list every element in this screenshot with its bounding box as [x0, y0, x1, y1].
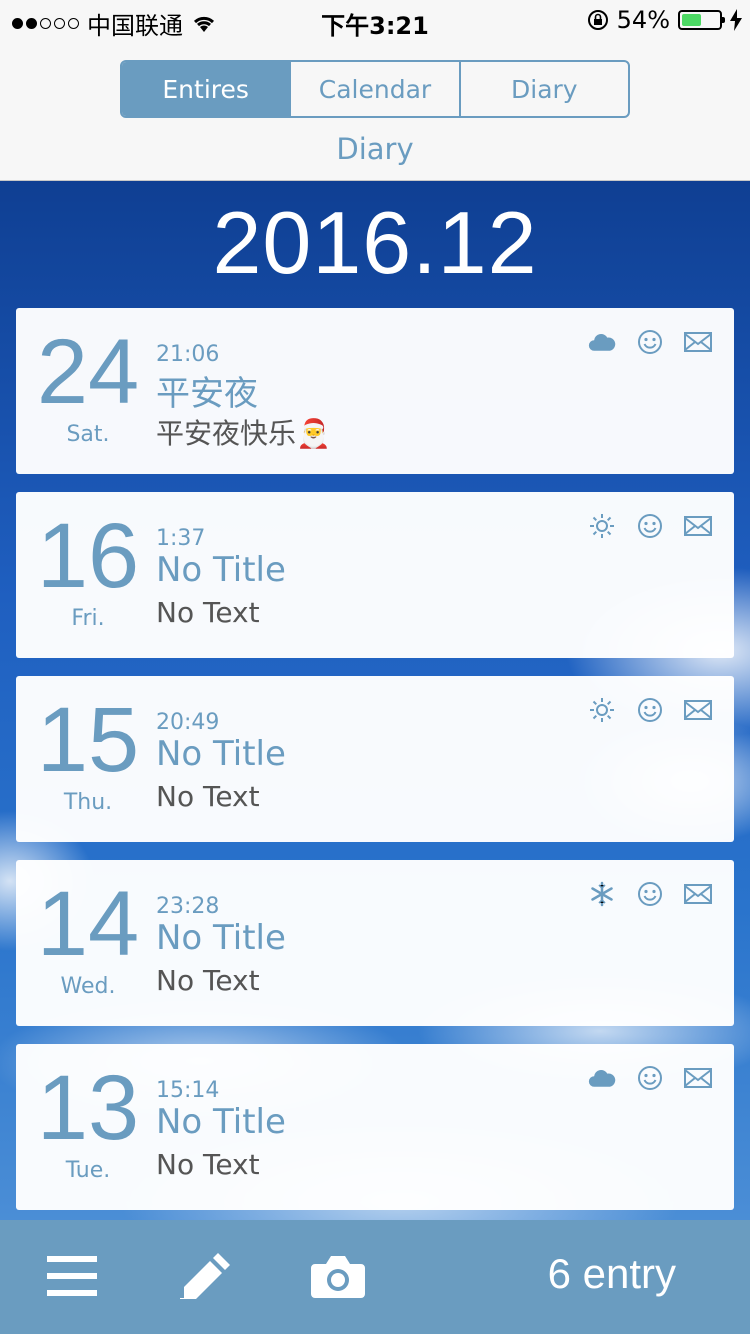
camera-button[interactable] [308, 1246, 368, 1306]
sun-icon [588, 696, 616, 724]
mail-icon[interactable] [684, 1064, 712, 1092]
entry-status-icons [588, 328, 712, 356]
mail-icon[interactable] [684, 512, 712, 540]
entry-text: No Text [156, 1148, 260, 1181]
entry-time: 20:49 [156, 710, 220, 735]
entry-day: 14 [36, 873, 140, 975]
diary-entry-card[interactable]: 13 Tue. 15:14 No Title No Text [16, 1044, 734, 1210]
entry-text: 平安夜快乐🎅 [156, 417, 331, 450]
entry-title: 平安夜 [156, 374, 258, 414]
bottom-toolbar: 6 entry [0, 1220, 750, 1334]
entry-time: 1:37 [156, 526, 206, 551]
sun-icon [588, 512, 616, 540]
entry-title: No Title [156, 734, 286, 774]
mood-smiley-icon [636, 1064, 664, 1092]
segment-entries[interactable]: Entires [122, 62, 290, 116]
entry-weekday: Tue. [65, 1158, 111, 1183]
page-title: Diary [336, 132, 414, 166]
entry-status-icons [588, 696, 712, 724]
cloud-icon [588, 1064, 616, 1092]
segment-diary[interactable]: Diary [458, 62, 628, 116]
snow-icon [588, 880, 616, 908]
menu-icon [47, 1256, 97, 1296]
entry-time: 23:28 [156, 894, 220, 919]
status-bar: 中国联通 下午3:21 54% [0, 0, 750, 40]
diary-entry-card[interactable]: 16 Fri. 1:37 No Title No Text [16, 492, 734, 658]
entry-text: No Text [156, 964, 260, 997]
segment-calendar[interactable]: Calendar [289, 62, 458, 116]
entry-day: 16 [36, 505, 140, 607]
entry-text: No Text [156, 596, 260, 629]
entry-status-icons [588, 512, 712, 540]
diary-entry-card[interactable]: 24 Sat. 21:06 平安夜 平安夜快乐🎅 [16, 308, 734, 474]
mood-smiley-icon [636, 696, 664, 724]
entry-title: No Title [156, 918, 286, 958]
entry-time: 15:14 [156, 1078, 220, 1103]
navigation-header: Entires Calendar Diary Diary [0, 40, 750, 181]
cloud-icon [588, 328, 616, 356]
entry-title: No Title [156, 1102, 286, 1142]
compose-button[interactable] [176, 1246, 236, 1306]
view-segmented-control: Entires Calendar Diary [120, 60, 630, 118]
battery-icon [678, 10, 725, 30]
battery-percent: 54% [616, 6, 670, 34]
mail-icon[interactable] [684, 328, 712, 356]
mood-smiley-icon [636, 880, 664, 908]
entry-weekday: Thu. [63, 790, 113, 815]
mail-icon[interactable] [684, 880, 712, 908]
month-heading: 2016.12 [212, 193, 538, 292]
entry-weekday: Fri. [71, 606, 105, 631]
entry-status-icons [588, 880, 712, 908]
entry-weekday: Wed. [60, 974, 116, 999]
entry-day: 13 [36, 1057, 140, 1159]
entry-day: 15 [36, 689, 140, 791]
status-right: 54% [587, 6, 742, 34]
mail-icon[interactable] [684, 696, 712, 724]
entry-weekday: Sat. [66, 422, 110, 447]
entry-text: No Text [156, 780, 260, 813]
battery-fill [682, 14, 702, 26]
camera-icon [311, 1256, 365, 1298]
entry-count: 6 entry [547, 1250, 676, 1297]
mood-smiley-icon [636, 328, 664, 356]
entry-day: 24 [36, 321, 140, 423]
pencil-icon [180, 1253, 230, 1299]
charging-bolt-icon [730, 9, 742, 31]
entry-title: No Title [156, 550, 286, 590]
entry-status-icons [588, 1064, 712, 1092]
diary-entry-card[interactable]: 14 Wed. 23:28 No Title No Text [16, 860, 734, 1026]
menu-button[interactable] [42, 1246, 102, 1306]
mood-smiley-icon [636, 512, 664, 540]
diary-entry-card[interactable]: 15 Thu. 20:49 No Title No Text [16, 676, 734, 842]
entry-time: 21:06 [156, 342, 220, 367]
rotation-lock-icon [587, 10, 608, 30]
